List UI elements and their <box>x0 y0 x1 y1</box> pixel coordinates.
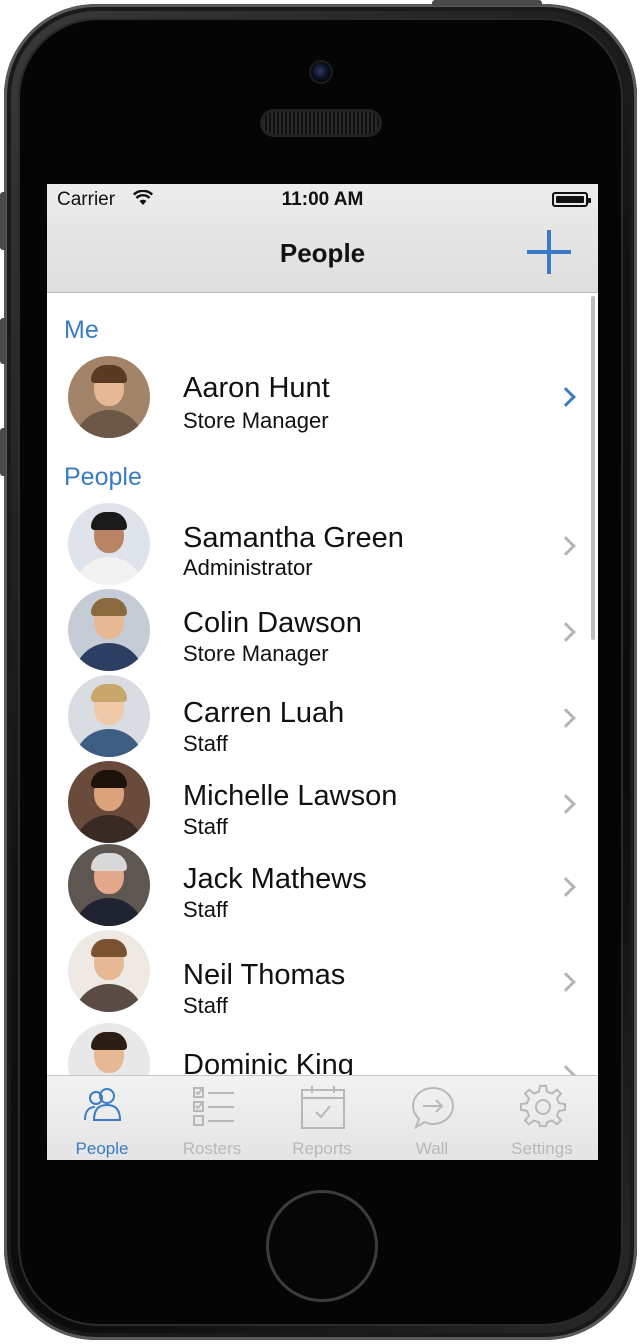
settings-icon <box>520 1084 566 1128</box>
person-name: Carren Luah <box>183 697 345 729</box>
person-role: Administrator <box>183 555 313 580</box>
page-title: People <box>279 238 366 268</box>
avatar <box>68 761 150 843</box>
chevron-right-icon <box>556 536 576 556</box>
mute-switch <box>0 192 6 250</box>
person-name: Aaron Hunt <box>183 372 330 404</box>
tab-label: Settings <box>511 1139 573 1158</box>
avatar <box>68 589 150 671</box>
tab-people[interactable]: People <box>47 1076 157 1160</box>
list-item[interactable]: Neil Thomas Staff <box>47 930 598 1018</box>
person-name: Dominic King <box>183 1049 354 1075</box>
person-name: Samantha Green <box>183 522 404 554</box>
avatar <box>68 1023 150 1075</box>
clock: 11:00 AM <box>281 189 364 210</box>
section-header-people: People <box>64 463 142 491</box>
battery-icon <box>552 192 591 207</box>
person-role: Staff <box>183 731 228 756</box>
list-item[interactable]: Colin Dawson Store Manager <box>47 589 598 673</box>
home-button[interactable] <box>266 1190 378 1302</box>
person-name: Colin Dawson <box>183 607 362 639</box>
speaker-grille <box>263 112 379 134</box>
avatar <box>68 675 150 757</box>
rosters-icon <box>193 1087 234 1126</box>
scrollbar[interactable] <box>591 296 595 640</box>
people-list[interactable]: Me Aaron Hunt Store Manager People Saman… <box>47 293 598 1075</box>
chevron-right-icon <box>556 622 576 642</box>
power-button <box>432 0 542 6</box>
wall-icon <box>411 1086 455 1130</box>
person-role: Store Manager <box>183 641 329 666</box>
tab-label: Reports <box>292 1139 352 1158</box>
list-item[interactable]: Dominic King <box>47 1023 598 1075</box>
avatar <box>68 356 150 438</box>
avatar <box>68 844 150 926</box>
person-name: Michelle Lawson <box>183 780 398 812</box>
tab-settings[interactable]: Settings <box>487 1076 597 1160</box>
camera-icon <box>311 62 331 82</box>
people-icon <box>84 1088 122 1121</box>
tab-label: People <box>75 1139 129 1158</box>
list-item[interactable]: Samantha Green Administrator <box>47 503 598 587</box>
tab-label: Rosters <box>182 1139 242 1158</box>
reports-icon <box>301 1086 345 1129</box>
volume-up-button <box>0 318 6 364</box>
tab-wall[interactable]: Wall <box>377 1076 487 1160</box>
avatar <box>68 930 150 1012</box>
tab-rosters[interactable]: Rosters <box>157 1076 267 1160</box>
list-item[interactable]: Jack Mathews Staff <box>47 844 598 928</box>
tab-bar: People Rosters Reports Wall Settings <box>47 1075 598 1160</box>
section-header-me: Me <box>64 316 99 344</box>
volume-down-button <box>0 428 6 476</box>
list-item[interactable]: Carren Luah Staff <box>47 675 598 759</box>
status-bar: Carrier 11:00 AM <box>47 184 598 216</box>
person-role: Staff <box>183 897 228 922</box>
chevron-right-icon <box>556 972 576 992</box>
avatar <box>68 503 150 585</box>
person-role: Staff <box>183 814 228 839</box>
person-name: Neil Thomas <box>183 959 346 991</box>
list-item-me[interactable]: Aaron Hunt Store Manager <box>47 356 598 440</box>
chevron-right-icon <box>556 1065 576 1075</box>
navigation-bar: Carrier 11:00 AM People <box>47 184 598 293</box>
chevron-right-icon <box>556 387 576 407</box>
person-role: Store Manager <box>183 408 329 433</box>
person-name: Jack Mathews <box>183 863 367 895</box>
list-item[interactable]: Michelle Lawson Staff <box>47 761 598 845</box>
screen: Carrier 11:00 AM People Me Aaron Hunt St… <box>47 184 598 1160</box>
chevron-right-icon <box>556 877 576 897</box>
chevron-right-icon <box>556 708 576 728</box>
tab-reports[interactable]: Reports <box>267 1076 377 1160</box>
add-person-button[interactable] <box>527 230 571 274</box>
chevron-right-icon <box>556 794 576 814</box>
tab-label: Wall <box>415 1139 449 1158</box>
person-role: Staff <box>183 993 228 1018</box>
